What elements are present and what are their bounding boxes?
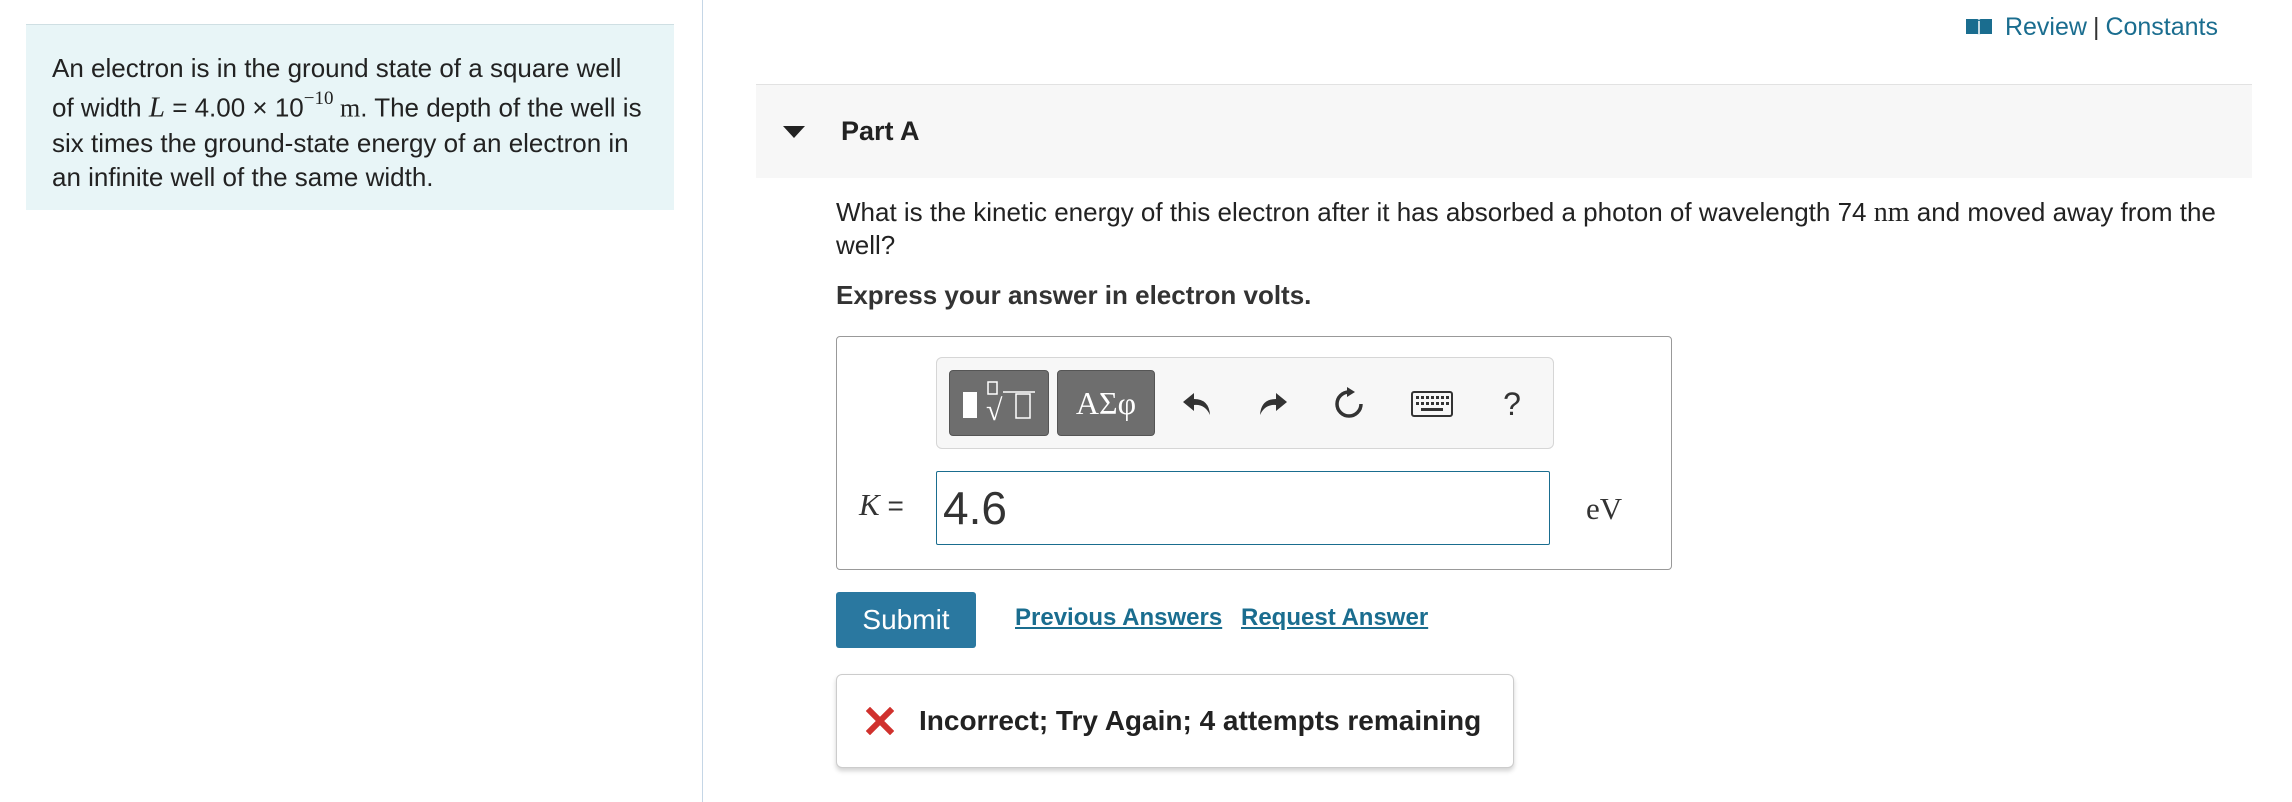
symbols-button[interactable]: ΑΣφ — [1057, 370, 1155, 436]
problem-width-value: = 4.00 × 10 — [164, 92, 304, 123]
instruction-text: Express your answer in electron volts. — [836, 280, 1312, 310]
reset-icon[interactable] — [1327, 382, 1371, 426]
part-header[interactable]: Part A — [756, 84, 2252, 178]
templates-button[interactable]: √ — [949, 370, 1049, 436]
help-icon[interactable]: ? — [1490, 382, 1534, 426]
answer-unit: eV — [1586, 491, 1623, 526]
problem-exponent: −10 — [303, 88, 334, 109]
feedback-box: Incorrect; Try Again; 4 attempts remaini… — [836, 674, 1514, 768]
incorrect-x-icon — [865, 706, 895, 736]
keyboard-icon[interactable] — [1407, 382, 1457, 426]
request-answer-link[interactable]: Request Answer — [1241, 604, 1428, 632]
answer-input[interactable]: 4.6 — [936, 471, 1550, 545]
math-toolbar: √ ΑΣφ ? — [936, 357, 1554, 449]
variable-L: L — [148, 91, 165, 124]
question-text: What is the kinetic energy of this elect… — [836, 196, 2236, 262]
submit-button[interactable]: Submit — [836, 592, 976, 648]
question-text-1: What is the kinetic energy of this elect… — [836, 197, 1874, 227]
constants-link[interactable]: Constants — [2105, 13, 2218, 42]
previous-answers-link[interactable]: Previous Answers — [1015, 604, 1222, 632]
templates-icon: √ — [963, 381, 1035, 427]
panel-divider — [702, 0, 703, 802]
answer-variable-label: K = — [859, 487, 904, 523]
top-links: Review | Constants — [1965, 10, 2218, 44]
svg-text:√: √ — [986, 394, 1003, 427]
page: An electron is in the ground state of a … — [0, 0, 2292, 802]
problem-statement-panel: An electron is in the ground state of a … — [26, 24, 674, 210]
feedback-message: Incorrect; Try Again; 4 attempts remaini… — [919, 705, 1482, 736]
part-title: Part A — [841, 116, 920, 146]
undo-icon[interactable] — [1175, 382, 1219, 426]
link-separator: | — [2092, 12, 2100, 41]
book-icon — [1965, 19, 1992, 36]
answer-equals: = — [879, 490, 904, 521]
answer-box: √ ΑΣφ ? K = 4.6 eV — [836, 336, 1672, 570]
review-link[interactable]: Review — [2005, 13, 2087, 42]
problem-unit-m: m — [333, 93, 361, 123]
answer-variable: K — [859, 487, 880, 522]
redo-icon[interactable] — [1251, 382, 1295, 426]
question-unit: nm — [1873, 197, 1910, 228]
collapse-caret-icon[interactable] — [783, 125, 805, 138]
